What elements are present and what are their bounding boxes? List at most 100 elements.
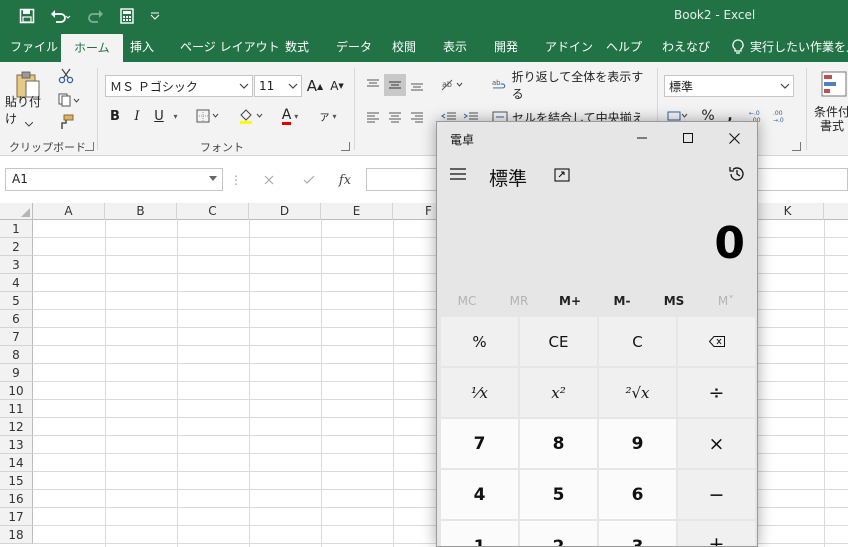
keep-on-top-button[interactable] [551, 164, 573, 186]
calculator-window[interactable]: 電卓 標準 0 MC MR M+ M- MS M˅ % CE C ¹⁄x x² … [436, 121, 758, 547]
navigation-menu-button[interactable] [445, 162, 471, 186]
divide-key[interactable]: ÷ [678, 368, 755, 417]
backspace-key[interactable] [678, 317, 755, 366]
row-header[interactable]: 3 [0, 256, 33, 274]
bold-button[interactable]: B [106, 106, 124, 126]
memory-store-button[interactable]: MS [649, 294, 699, 308]
row-header[interactable]: 14 [0, 454, 33, 472]
tab-file[interactable]: ファイル [10, 32, 58, 62]
align-right-icon[interactable] [406, 106, 428, 128]
row-header[interactable]: 1 [0, 220, 33, 238]
digit-6-key[interactable]: 6 [599, 470, 676, 519]
font-color-button[interactable]: A ▾ [272, 106, 308, 126]
copy-icon[interactable] [56, 91, 84, 109]
square-root-key[interactable]: ²√x [599, 368, 676, 417]
row-header[interactable]: 5 [0, 292, 33, 310]
row-header[interactable]: 2 [0, 238, 33, 256]
clipboard-launcher-icon[interactable] [85, 142, 94, 151]
close-button[interactable] [711, 122, 757, 154]
calculator-icon[interactable] [116, 6, 138, 26]
formula-bar-splitter-icon[interactable]: ⋮ [230, 170, 242, 190]
column-header-d[interactable]: D [249, 203, 321, 220]
row-header[interactable]: 17 [0, 508, 33, 526]
history-button[interactable] [725, 162, 749, 186]
row-header[interactable]: 18 [0, 526, 33, 544]
digit-2-key[interactable]: 2 [520, 521, 597, 546]
save-icon[interactable] [14, 6, 40, 26]
memory-add-button[interactable]: M+ [545, 294, 595, 308]
memory-recall-button[interactable]: MR [494, 294, 544, 308]
column-header-k[interactable]: K [752, 203, 824, 220]
tab-waenavi[interactable]: わえなび [662, 32, 710, 62]
digit-8-key[interactable]: 8 [520, 419, 597, 468]
customize-qat-icon[interactable] [146, 6, 164, 26]
row-header[interactable]: 13 [0, 436, 33, 454]
row-header[interactable]: 8 [0, 346, 33, 364]
row-header[interactable]: 11 [0, 400, 33, 418]
borders-button[interactable] [192, 106, 226, 126]
confirm-entry-icon[interactable] [296, 170, 322, 190]
italic-button[interactable]: I [128, 106, 146, 126]
tab-data[interactable]: データ [336, 32, 372, 62]
align-top-icon[interactable] [362, 74, 384, 96]
row-header[interactable]: 7 [0, 328, 33, 346]
multiply-key[interactable]: × [678, 419, 755, 468]
font-size-dropdown[interactable]: 11 [254, 75, 302, 97]
digit-4-key[interactable]: 4 [441, 470, 518, 519]
reciprocal-key[interactable]: ¹⁄x [441, 368, 518, 417]
row-header[interactable]: 9 [0, 364, 33, 382]
tab-page-layout[interactable]: ページ レイアウト [180, 32, 280, 62]
paste-button[interactable]: 貼り付け [5, 95, 51, 126]
column-header-c[interactable]: C [177, 203, 249, 220]
column-header-b[interactable]: B [105, 203, 177, 220]
undo-icon[interactable] [46, 6, 76, 26]
font-launcher-icon[interactable] [341, 142, 350, 151]
digit-7-key[interactable]: 7 [441, 419, 518, 468]
tab-developer[interactable]: 開発 [494, 32, 518, 62]
digit-3-key[interactable]: 3 [599, 521, 676, 546]
font-name-dropdown[interactable]: ＭＳ Ｐゴシック [105, 75, 253, 97]
align-center-icon[interactable] [384, 106, 406, 128]
column-header-e[interactable]: E [321, 203, 393, 220]
underline-dropdown-icon[interactable]: ▾ [168, 106, 180, 126]
clear-entry-key[interactable]: CE [520, 317, 597, 366]
redo-icon[interactable] [82, 6, 112, 26]
maximize-button[interactable] [665, 122, 711, 154]
select-all-corner[interactable] [0, 203, 33, 220]
conditional-formatting-icon[interactable] [820, 68, 848, 102]
name-box[interactable]: A1 [5, 168, 223, 191]
align-left-icon[interactable] [362, 106, 384, 128]
memory-list-button[interactable]: M˅ [701, 294, 751, 308]
grow-font-button[interactable]: A ▲ [306, 76, 324, 96]
row-header[interactable]: 4 [0, 274, 33, 292]
underline-button[interactable]: U [150, 106, 168, 126]
row-header[interactable]: 15 [0, 472, 33, 490]
percent-key[interactable]: % [441, 317, 518, 366]
align-bottom-icon[interactable] [406, 74, 428, 96]
tab-addins[interactable]: アドイン [545, 32, 593, 62]
row-header[interactable]: 6 [0, 310, 33, 328]
tab-help[interactable]: ヘルプ [606, 32, 642, 62]
add-key[interactable]: + [678, 521, 755, 546]
memory-subtract-button[interactable]: M- [597, 294, 647, 308]
decrease-decimal-icon[interactable]: .00 →.0 [772, 106, 792, 126]
phonetic-button[interactable]: ア ▾ [314, 106, 342, 126]
orientation-icon[interactable]: ab [438, 74, 468, 96]
memory-clear-button[interactable]: MC [442, 294, 492, 308]
subtract-key[interactable]: − [678, 470, 755, 519]
tab-view[interactable]: 表示 [443, 32, 467, 62]
digit-1-key[interactable]: 1 [441, 521, 518, 546]
format-painter-icon[interactable] [56, 113, 76, 131]
row-header[interactable]: 12 [0, 418, 33, 436]
digit-5-key[interactable]: 5 [520, 470, 597, 519]
row-header[interactable]: 16 [0, 490, 33, 508]
tab-insert[interactable]: 挿入 [130, 32, 154, 62]
row-header[interactable]: 10 [0, 382, 33, 400]
minimize-button[interactable] [619, 122, 665, 154]
shrink-font-button[interactable]: A ▼ [328, 76, 346, 96]
paste-dropdown-icon[interactable] [24, 119, 34, 129]
insert-function-button[interactable]: fx [332, 170, 358, 190]
number-format-dropdown[interactable]: 標準 [664, 75, 794, 97]
tab-formulas[interactable]: 数式 [285, 32, 309, 62]
clear-key[interactable]: C [599, 317, 676, 366]
